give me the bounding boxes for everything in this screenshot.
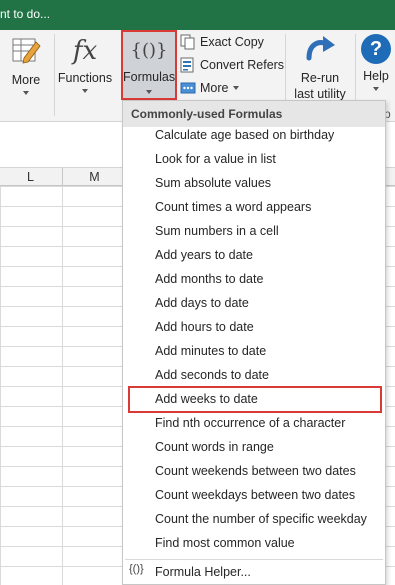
more-label: More	[11, 73, 41, 87]
functions-button[interactable]: fx Functions	[56, 34, 114, 93]
more-icon	[180, 82, 196, 94]
menu-item[interactable]: Add minutes to date	[155, 339, 266, 363]
column-label: L	[27, 170, 34, 184]
chevron-down-icon	[373, 87, 379, 91]
menu-item[interactable]: Look for a value in list	[155, 147, 276, 171]
help-glyph: ?	[369, 38, 383, 60]
convert-refers-button[interactable]: Convert Refers	[180, 55, 284, 75]
rerun-label-line1: Re-run	[300, 71, 340, 85]
column-label: M	[89, 170, 100, 184]
more-small-button[interactable]: More	[180, 78, 240, 98]
column-header-l[interactable]: L	[0, 168, 63, 186]
formulas-label: Formulas	[123, 70, 176, 84]
menu-item[interactable]: Count times a word appears	[155, 195, 311, 219]
more-button[interactable]: More	[4, 34, 48, 95]
formulas-dropdown-menu: Commonly-used Formulas Calculate age bas…	[122, 100, 386, 585]
convert-refers-label: Convert Refers	[200, 58, 285, 72]
ribbon-separator	[54, 34, 55, 116]
menu-item[interactable]: Sum absolute values	[155, 171, 271, 195]
menu-item[interactable]: Add years to date	[155, 243, 253, 267]
help-button[interactable]: ? Help	[357, 34, 395, 91]
tell-me-search[interactable]: nt to do...	[0, 7, 50, 21]
menu-item[interactable]: Find most common value	[155, 531, 295, 555]
chevron-down-icon	[82, 89, 88, 93]
convert-refers-icon	[180, 57, 194, 73]
exact-copy-button[interactable]: Exact Copy	[180, 32, 264, 52]
copy-icon	[180, 34, 195, 50]
menu-item[interactable]: Calculate age based on birthday	[155, 123, 334, 147]
help-icon: ?	[361, 34, 391, 64]
formula-helper-item[interactable]: Formula Helper...	[155, 560, 251, 584]
menu-item[interactable]: Count weekdays between two dates	[155, 483, 355, 507]
menu-item[interactable]: Add days to date	[155, 291, 249, 315]
chevron-down-icon	[146, 90, 152, 94]
menu-item[interactable]: Add hours to date	[155, 315, 254, 339]
more-small-label: More	[200, 81, 229, 95]
help-label: Help	[363, 69, 389, 83]
column-header-m[interactable]: M	[63, 168, 127, 186]
exact-copy-label: Exact Copy	[200, 35, 264, 49]
menu-item[interactable]: Add months to date	[155, 267, 263, 291]
menu-item[interactable]: Count words in range	[155, 435, 274, 459]
rerun-last-utility-button[interactable]: Re-run last utility	[288, 32, 352, 102]
menu-item[interactable]: Add seconds to date	[155, 363, 269, 387]
functions-label: Functions	[57, 71, 113, 85]
grid-column-line	[62, 186, 63, 585]
formulas-icon: {()}	[130, 40, 168, 61]
menu-item[interactable]: Count weekends between two dates	[155, 459, 356, 483]
menu-item[interactable]: Count the number of specific weekday	[155, 507, 367, 531]
chevron-down-icon	[23, 91, 29, 95]
chevron-down-icon	[233, 86, 240, 90]
edit-sheet-icon	[12, 38, 41, 64]
menu-item[interactable]: Sum numbers in a cell	[155, 219, 279, 243]
formulas-button[interactable]: {()} Formulas	[121, 30, 177, 100]
redo-arrow-icon	[306, 36, 335, 61]
menu-item[interactable]: Find nth occurrence of a character	[155, 411, 345, 435]
title-bar: nt to do...	[0, 0, 395, 30]
formula-helper-icon: {()}	[129, 563, 144, 575]
fx-icon: fx	[72, 36, 98, 66]
highlighted-item-frame	[128, 386, 382, 413]
